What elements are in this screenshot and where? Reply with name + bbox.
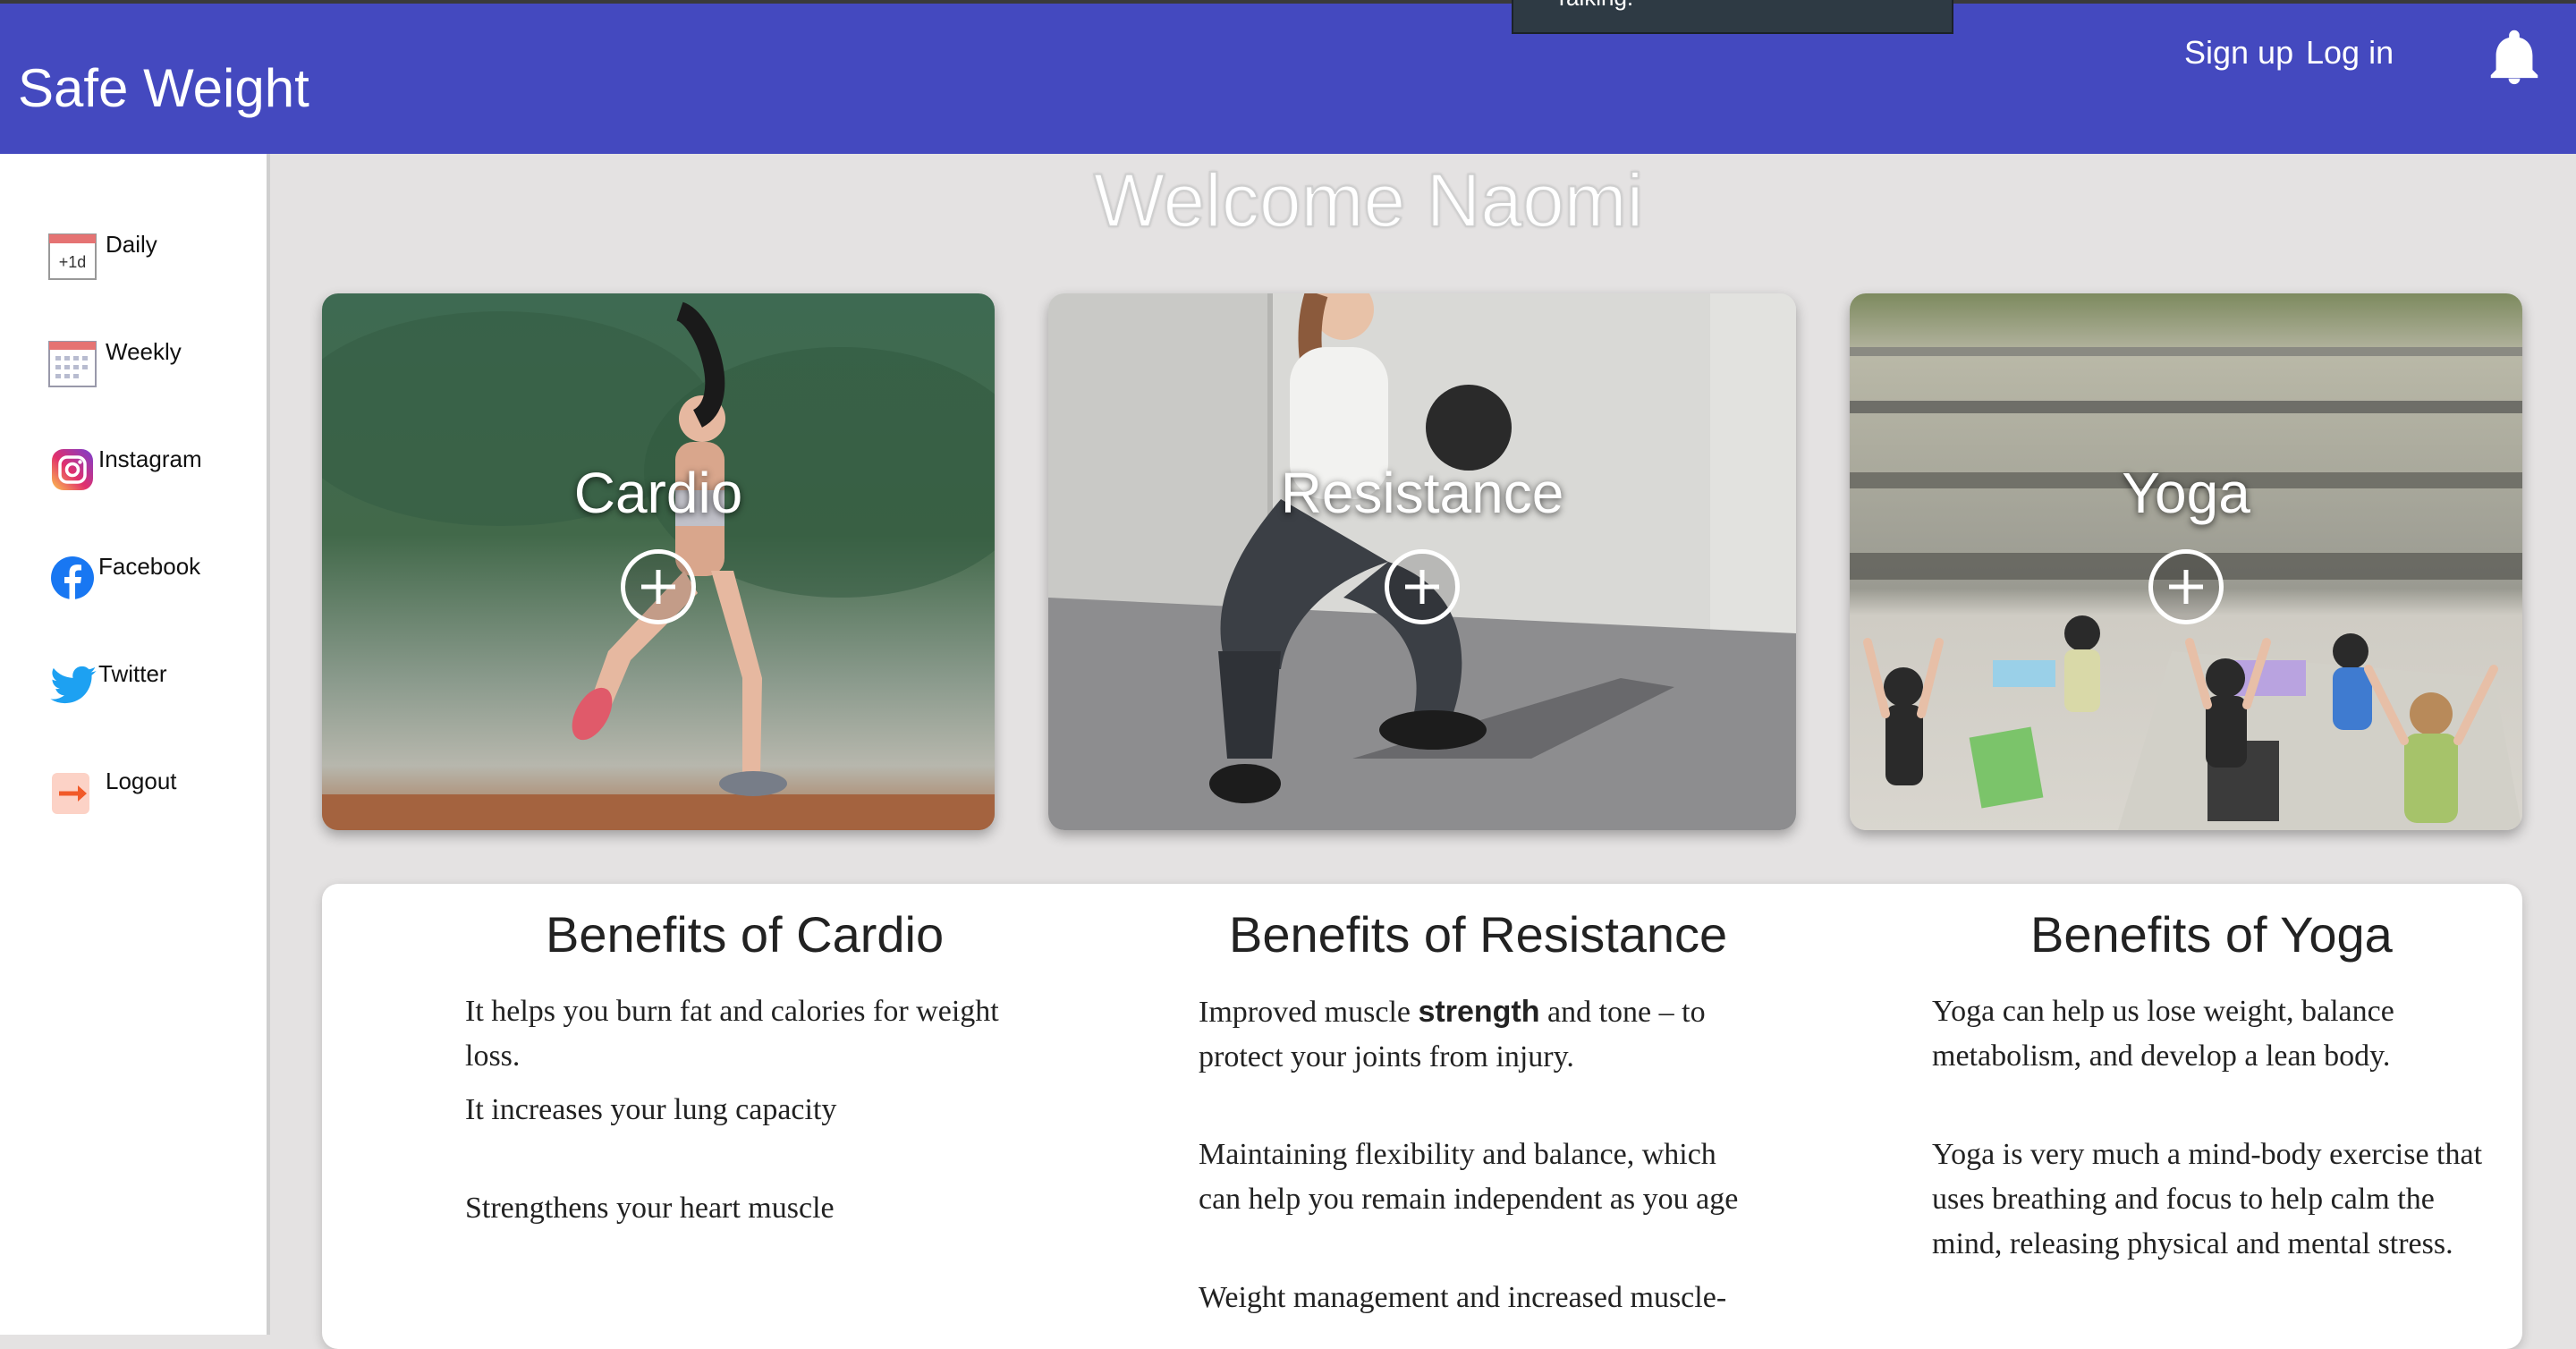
sidebar-item-label: Twitter [98,660,167,687]
sidebar: +1d Daily Weekly Instagram Facebook Twit… [0,154,270,1335]
card-title: Resistance [1280,461,1564,525]
sidebar-item-label: Logout [106,768,177,794]
logout-icon [52,773,89,814]
benefit-paragraph: It helps you burn fat and calories for w… [465,995,999,1073]
daily-badge: +1d [59,253,87,271]
card-title: Yoga [2122,461,2250,525]
sidebar-item-label: Facebook [98,553,201,580]
benefit-paragraph: Yoga is very much a mind-body exercise t… [1932,1138,2483,1260]
weekly-calendar-icon [48,341,97,387]
card-title: Cardio [573,461,743,525]
add-resistance-button[interactable] [1385,549,1460,624]
benefits-cardio-title: Benefits of Cardio [546,906,945,963]
header-bar: Safe Weight Talking. Sign up Log in [0,0,2576,154]
sidebar-item-instagram[interactable]: Instagram [0,424,267,505]
card-cardio[interactable]: Cardio [322,293,995,830]
add-yoga-button[interactable] [2148,549,2224,624]
sidebar-item-weekly[interactable]: Weekly [0,317,267,397]
sidebar-item-logout[interactable]: Logout [0,746,267,827]
tooltip: Talking. [1512,0,1953,34]
bell-icon[interactable] [2483,27,2546,89]
sidebar-item-facebook[interactable]: Facebook [0,531,267,612]
twitter-icon [50,666,97,704]
benefit-paragraph: Yoga can help us lose weight, balance me… [1932,995,2394,1073]
sidebar-item-label: Weekly [106,338,182,365]
card-yoga[interactable]: Yoga [1850,293,2522,830]
benefit-paragraph: Improved muscle strength and tone – to p… [1199,995,1706,1073]
brand-title[interactable]: Safe Weight [18,57,309,119]
login-link[interactable]: Log in [2306,34,2394,72]
facebook-icon [51,556,94,599]
add-cardio-button[interactable] [621,549,696,624]
benefits-resistance-title: Benefits of Resistance [1229,906,1728,963]
instagram-icon [52,449,93,490]
benefits-yoga-title: Benefits of Yoga [2030,906,2393,963]
benefit-paragraph: Maintaining flexibility and balance, whi… [1199,1138,1739,1216]
card-resistance[interactable]: Resistance [1048,293,1796,830]
benefits-panel: Benefits of Cardio It helps you burn fat… [322,884,2522,1349]
benefit-paragraph: It increases your lung capacity [465,1093,837,1126]
sidebar-item-twitter[interactable]: Twitter [0,639,267,719]
benefit-paragraph: Weight management and increased muscle- [1199,1281,1727,1314]
strength-emphasis: strength [1418,995,1540,1029]
benefit-paragraph: Strengthens your heart muscle [465,1192,835,1225]
sidebar-item-label: Instagram [98,445,202,472]
signup-link[interactable]: Sign up [2184,34,2293,72]
welcome-heading: Welcome Naomi [1093,157,1645,243]
tooltip-text: Talking. [1555,0,1633,12]
